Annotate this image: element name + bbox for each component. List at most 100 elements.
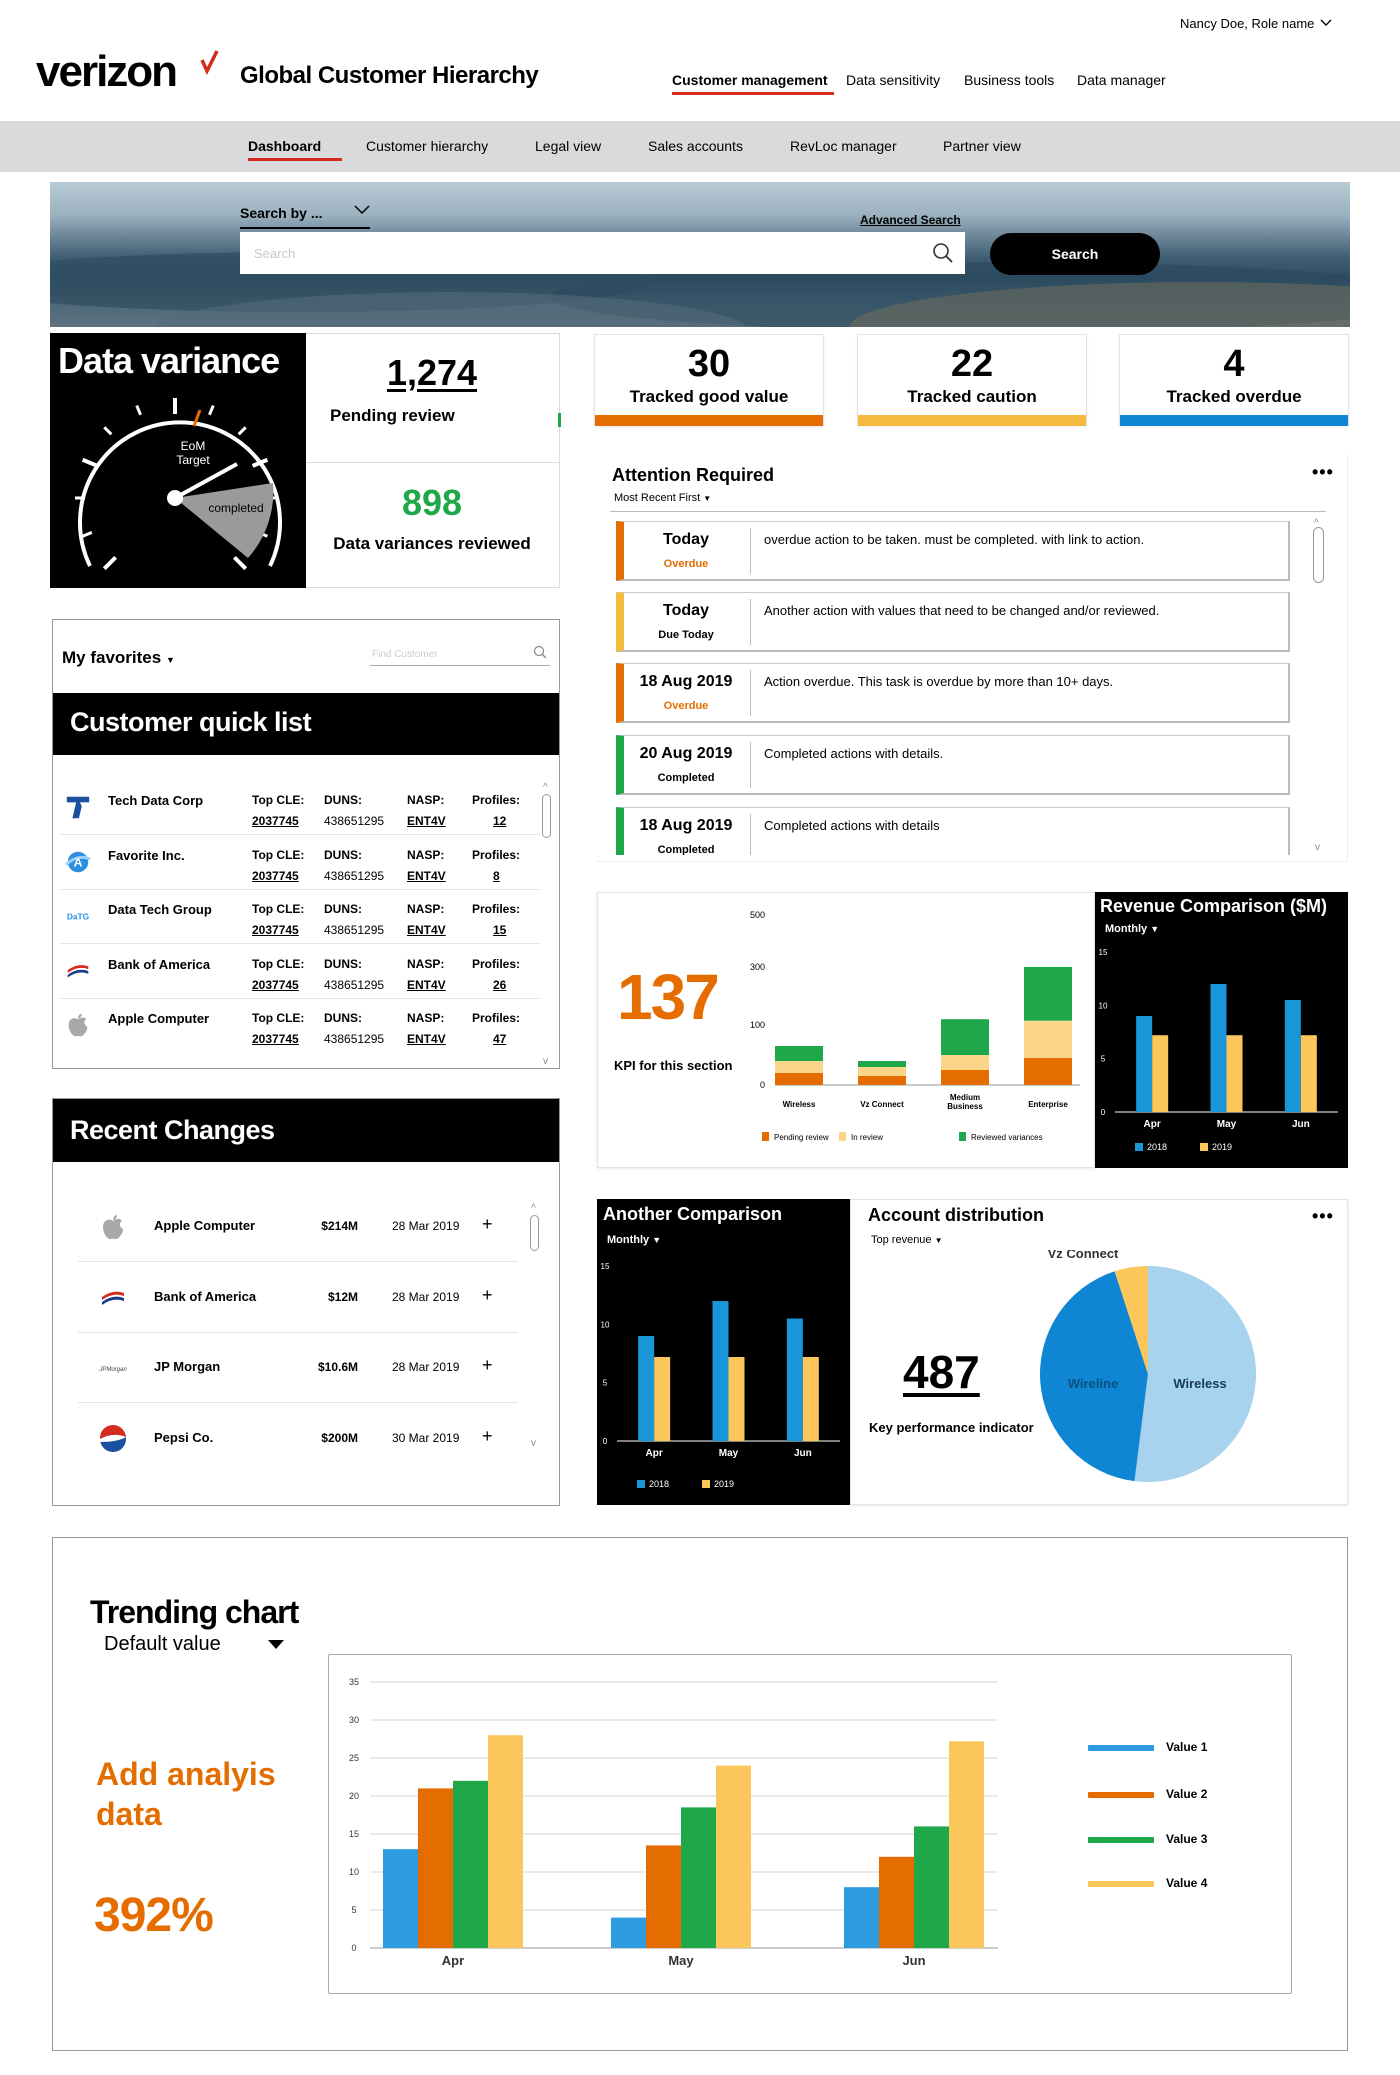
revenue-period-dropdown[interactable]: Monthly ▼ [1105, 923, 1159, 935]
customer-row[interactable]: Apple Computer Top CLE: 2037745 DUNS: 438651… [60, 999, 540, 1053]
tracked-good-card[interactable]: 30 Tracked good value [594, 334, 824, 426]
search-input[interactable] [240, 232, 965, 274]
customer-row[interactable]: Bank of America Top CLE: 2037745 DUNS: 43865… [60, 945, 540, 999]
account-sort-dropdown[interactable]: Top revenue ▼ [871, 1234, 943, 1246]
customer-field-value[interactable]: 2037745 [252, 923, 299, 937]
more-options-icon[interactable]: ••• [1312, 462, 1334, 483]
customer-field-value[interactable]: 8 [493, 869, 500, 883]
checkmark-icon [200, 50, 219, 76]
customer-field-value[interactable]: 15 [493, 923, 506, 937]
scroll-down-icon[interactable]: v [543, 1056, 548, 1067]
expand-plus-icon[interactable]: + [482, 1214, 493, 1235]
recent-change-row[interactable]: Pepsi Co. $200M 30 Mar 2019 + [78, 1404, 518, 1474]
attention-item[interactable]: Today Overdue overdue action to be taken. … [616, 521, 1290, 581]
attention-sort-dropdown[interactable]: Most Recent First ▼ [614, 492, 711, 504]
scroll-down-icon[interactable]: v [1315, 842, 1320, 853]
divider [750, 814, 751, 855]
customer-field-label: NASP: [407, 1011, 445, 1025]
stacked-bar-segment [775, 1073, 823, 1085]
customer-field-value[interactable]: 2037745 [252, 978, 299, 992]
scrollbar-thumb[interactable] [542, 794, 551, 838]
search-icon[interactable] [533, 645, 547, 659]
favorites-dropdown[interactable]: My favorites ▼ [62, 648, 175, 668]
customer-row[interactable]: Tech Data Corp Top CLE: 2037745 DUNS: 438651… [60, 781, 540, 835]
bar [716, 1765, 751, 1948]
attention-item[interactable]: Today Due Today Another action with values… [616, 592, 1290, 652]
scroll-up-icon[interactable]: ^ [543, 782, 548, 793]
customer-field-value[interactable]: 12 [493, 814, 506, 828]
bar [488, 1735, 523, 1948]
recent-change-row[interactable]: JPMorgan JP Morgan $10.6M 28 Mar 2019 + [78, 1333, 518, 1403]
tracked-overdue-card[interactable]: 4 Tracked overdue [1119, 334, 1349, 426]
scroll-up-icon[interactable]: ^ [531, 1203, 536, 1214]
another-comparison-chart: 0 5 10 15 Apr May Jun 2018 2019 [601, 1262, 840, 1489]
customer-field-label: Profiles: [472, 847, 521, 862]
trending-value-dropdown[interactable]: Default value [104, 1633, 221, 1656]
x-tick-label: Apr [1144, 1119, 1161, 1130]
x-tick-label: Vz Connect [860, 1100, 904, 1109]
expand-plus-icon[interactable]: + [482, 1285, 493, 1306]
topnav-data-manager[interactable]: Data manager [1077, 72, 1166, 88]
caret-down-icon: ▼ [934, 1236, 943, 1245]
expand-plus-icon[interactable]: + [482, 1355, 493, 1376]
tab-dashboard[interactable]: Dashboard [248, 138, 321, 154]
find-customer-input[interactable] [370, 644, 550, 666]
topnav-data-sensitivity[interactable]: Data sensitivity [846, 72, 940, 88]
recent-change-name: JP Morgan [154, 1359, 221, 1374]
topnav-active-indicator [672, 92, 834, 95]
tracked-caution-card[interactable]: 22 Tracked caution [857, 334, 1087, 426]
y-tick-label: 15 [349, 1829, 359, 1839]
customer-field-value[interactable]: ENT4V [407, 923, 446, 937]
customer-field-value[interactable]: ENT4V [407, 869, 446, 883]
tab-revloc-manager[interactable]: RevLoc manager [790, 138, 897, 154]
legend-swatch [1088, 1837, 1154, 1843]
tab-legal-view[interactable]: Legal view [535, 138, 601, 154]
analysis-link[interactable]: Add analyis data [96, 1754, 316, 1834]
bar [681, 1807, 716, 1948]
scrollbar-thumb[interactable] [1313, 527, 1324, 583]
y-tick-label: 15 [601, 1262, 610, 1271]
customer-field-value[interactable]: ENT4V [407, 814, 446, 828]
topnav-customer-management[interactable]: Customer management [672, 72, 828, 88]
search-icon[interactable] [932, 242, 954, 264]
caret-down-icon[interactable] [266, 1638, 286, 1652]
topnav-business-tools[interactable]: Business tools [964, 72, 1054, 88]
scrollbar-thumb[interactable] [530, 1215, 539, 1251]
verizon-logo[interactable]: verizon [36, 46, 226, 96]
search-button[interactable]: Search [990, 233, 1160, 275]
customer-field-value[interactable]: 2037745 [252, 1032, 299, 1046]
expand-plus-icon[interactable]: + [482, 1426, 493, 1447]
recent-change-row[interactable]: Bank of America $12M 28 Mar 2019 + [78, 1263, 518, 1333]
another-period-dropdown[interactable]: Monthly ▼ [607, 1234, 661, 1246]
search-by-dropdown[interactable]: Search by ... [240, 205, 370, 229]
customer-row[interactable]: DaTG Data Tech Group Top CLE: 2037745 DUNS: 4… [60, 890, 540, 944]
customer-row[interactable]: A Favorite Inc. Top CLE: 2037745 DUNS: 438651… [60, 836, 540, 890]
attention-item[interactable]: 20 Aug 2019 Completed Completed actions wi… [616, 735, 1290, 795]
more-options-icon[interactable]: ••• [1312, 1206, 1334, 1227]
user-menu[interactable]: Nancy Doe, Role name [1180, 12, 1360, 34]
kpi-label: KPI for this section [614, 1058, 733, 1073]
attention-item[interactable]: 18 Aug 2019 Completed Completed actions wi… [616, 807, 1290, 855]
attention-item[interactable]: 18 Aug 2019 Overdue Action overdue. This t… [616, 663, 1290, 723]
pending-review-count[interactable]: 1,274 [306, 352, 558, 394]
customer-field-value[interactable]: 2037745 [252, 814, 299, 828]
scroll-down-icon[interactable]: v [531, 1438, 536, 1449]
account-distribution-pie: Wireless Wireline Vz Connect [1040, 1250, 1256, 1482]
customer-field-label: Profiles: [472, 956, 521, 971]
advanced-search-link[interactable]: Advanced Search [860, 213, 961, 227]
attention-date: 20 Aug 2019 [639, 745, 733, 762]
customer-field-value[interactable]: 26 [493, 978, 506, 992]
recent-change-row[interactable]: Apple Computer $214M 28 Mar 2019 + [78, 1192, 518, 1262]
tab-customer-hierarchy[interactable]: Customer hierarchy [366, 138, 488, 154]
tab-partner-view[interactable]: Partner view [943, 138, 1021, 154]
customer-name: Tech Data Corp [108, 793, 204, 808]
revenue-period-label: Monthly [1105, 923, 1148, 935]
customer-field-label: DUNS: [324, 793, 362, 807]
jp-morgan-logo-icon: JPMorgan [98, 1367, 127, 1373]
customer-field-value[interactable]: 47 [493, 1032, 506, 1046]
customer-field-value[interactable]: 2037745 [252, 869, 299, 883]
customer-field-value[interactable]: ENT4V [407, 978, 446, 992]
tab-sales-accounts[interactable]: Sales accounts [648, 138, 743, 154]
tracked-good-label: Tracked good value [629, 387, 789, 406]
customer-field-value[interactable]: ENT4V [407, 1032, 446, 1046]
